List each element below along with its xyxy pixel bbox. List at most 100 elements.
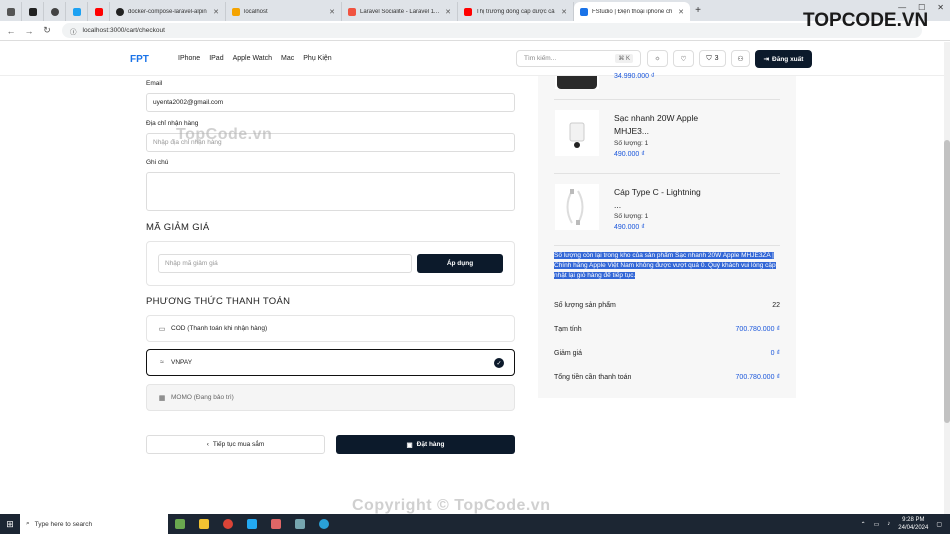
- summary-label: Tạm tính: [554, 326, 582, 333]
- summary-value: 0 ₫: [770, 350, 780, 357]
- network-icon[interactable]: ▭: [874, 521, 880, 528]
- reload-icon[interactable]: ↻: [40, 25, 54, 36]
- continue-label: Tiếp tục mua sắm: [212, 441, 265, 448]
- cart-button[interactable]: ⛉ 3: [699, 50, 726, 67]
- laravel-icon: [348, 7, 356, 16]
- account-button[interactable]: ⚇: [731, 50, 750, 67]
- scrollbar-thumb[interactable]: [944, 140, 950, 423]
- taskbar-search-input[interactable]: ⌕ Type here to search: [20, 514, 168, 534]
- payment-option-momo[interactable]: ▦ MOMO (Đang bảo trì): [146, 384, 515, 411]
- sun-icon: ☼: [654, 55, 661, 62]
- divider: [554, 173, 780, 174]
- logo-text: FPT: [130, 53, 149, 65]
- payment-option-label: MOMO (Đang bảo trì): [171, 394, 234, 401]
- nav-item-accessories[interactable]: Phụ Kiện: [303, 55, 331, 62]
- chrome-icon[interactable]: [216, 514, 240, 534]
- divider: [554, 99, 780, 100]
- product-image-phone: [555, 76, 599, 89]
- browser-tab[interactable]: [0, 2, 22, 21]
- recorder-icon[interactable]: [264, 514, 288, 534]
- nav-item-mac[interactable]: Mac: [281, 55, 294, 62]
- site-header: FPT IPhone IPad Apple Watch Mac Phụ Kiện…: [0, 42, 945, 76]
- site-info-icon[interactable]: ⓘ: [70, 26, 77, 36]
- divider: [554, 245, 780, 246]
- volume-icon[interactable]: ♪: [887, 521, 890, 527]
- wishlist-button[interactable]: ♡: [673, 50, 694, 67]
- payment-option-vnpay[interactable]: ≈ VNPAY ✓: [146, 349, 515, 376]
- search-input[interactable]: Tìm kiếm... ⌘ K: [516, 50, 641, 67]
- close-icon[interactable]: ✕: [445, 8, 451, 16]
- continue-shopping-button[interactable]: ‹ Tiếp tục mua sắm: [146, 435, 325, 454]
- nav-item-apple-watch[interactable]: Apple Watch: [233, 55, 272, 62]
- chevron-up-icon[interactable]: ⌃: [861, 521, 866, 528]
- new-tab-button[interactable]: +: [690, 5, 706, 16]
- tab-title: localhost: [244, 8, 268, 15]
- clock-time: 9:28 PM: [902, 517, 925, 523]
- close-icon[interactable]: ✕: [561, 8, 567, 16]
- browser-tab[interactable]: Laravel Socialite - Laravel 11.x ✕: [342, 2, 458, 21]
- browser-tab[interactable]: [22, 2, 44, 21]
- task-view-icon[interactable]: [168, 514, 192, 534]
- tab-favicon-icon: [28, 7, 37, 16]
- close-icon[interactable]: ✕: [329, 8, 335, 16]
- file-explorer-icon[interactable]: [192, 514, 216, 534]
- note-textarea[interactable]: [146, 172, 515, 211]
- browser-tab[interactable]: [88, 2, 110, 21]
- product-name[interactable]: Cáp Type C - Lightning ...: [614, 186, 704, 212]
- app-icon[interactable]: [288, 514, 312, 534]
- close-icon[interactable]: ✕: [213, 8, 219, 16]
- vscode-icon[interactable]: [240, 514, 264, 534]
- coupon-placeholder: Nhập mã giảm giá: [165, 260, 218, 267]
- watermark-text: TopCode.vn: [176, 126, 273, 143]
- summary-row-discount: Giảm giá 0 ₫: [554, 350, 780, 357]
- browser-tab[interactable]: [66, 2, 88, 21]
- summary-value: 22: [772, 302, 780, 309]
- browser-tab[interactable]: docker-compose-laravel-alpin ✕: [110, 2, 226, 21]
- system-clock[interactable]: 9:28 PM 24/04/2024: [898, 516, 928, 532]
- product-image-charger: [555, 110, 599, 156]
- nav-item-iphone[interactable]: IPhone: [178, 55, 200, 62]
- apply-coupon-button[interactable]: Áp dụng: [417, 254, 503, 273]
- close-icon[interactable]: ✕: [678, 8, 684, 16]
- windows-taskbar: ⊞ ⌕ Type here to search ⌃ ▭ ♪ 9:28 PM 24…: [0, 514, 950, 534]
- place-order-button[interactable]: ▣ Đặt hàng: [336, 435, 515, 454]
- coupon-input[interactable]: Nhập mã giảm giá: [158, 254, 412, 273]
- url-text: localhost:3000/cart/checkout: [82, 27, 165, 34]
- search-shortcut: ⌘ K: [615, 54, 633, 63]
- charger-icon: [569, 122, 585, 148]
- email-field[interactable]: uyenta2002@gmail.com: [146, 93, 515, 112]
- stock-warning-notice: Số lượng còn lại trong kho của sản phẩm …: [554, 251, 780, 281]
- qr-icon: ▦: [158, 394, 166, 402]
- summary-value: 700.780.000 ₫: [735, 326, 780, 333]
- site-logo[interactable]: FPT: [130, 52, 156, 66]
- tab-favicon-icon: [580, 7, 588, 16]
- product-price: 34.990.000 ₫: [614, 73, 655, 80]
- coupon-section-title: MÃ GIẢM GIÁ: [146, 222, 210, 233]
- heart-icon: ♡: [680, 55, 687, 63]
- edge-icon[interactable]: [312, 514, 336, 534]
- browser-tab-active[interactable]: FStudio | Điện thoại iphone ch ✕: [574, 2, 690, 21]
- logout-button[interactable]: ⇥ Đăng xuất: [755, 50, 812, 68]
- product-name[interactable]: Sạc nhanh 20W Apple MHJE3...: [614, 112, 704, 138]
- back-icon[interactable]: ←: [4, 26, 18, 36]
- email-value: uyenta2002@gmail.com: [153, 99, 224, 106]
- browser-tab[interactable]: localhost ✕: [226, 2, 342, 21]
- product-qty: Số lượng: 1: [614, 140, 649, 147]
- cable-icon: [566, 189, 584, 225]
- forward-icon[interactable]: →: [22, 26, 36, 36]
- tab-title: docker-compose-laravel-alpin: [128, 8, 207, 15]
- clock-date: 24/04/2024: [898, 525, 929, 531]
- close-window-icon[interactable]: ✕: [937, 3, 944, 12]
- nav-item-ipad[interactable]: IPad: [209, 55, 223, 62]
- browser-tab[interactable]: [44, 2, 66, 21]
- tab-favicon-icon: [50, 7, 59, 16]
- browser-tab[interactable]: Thị trường đồng cấp được cả ✕: [458, 2, 574, 21]
- theme-toggle-button[interactable]: ☼: [647, 50, 668, 67]
- payment-option-cod[interactable]: ▭ COD (Thanh toán khi nhận hàng): [146, 315, 515, 342]
- notification-icon[interactable]: ▢: [936, 521, 942, 528]
- email-label: Email: [146, 80, 163, 87]
- url-field[interactable]: ⓘ localhost:3000/cart/checkout: [62, 23, 922, 38]
- order-label: Đặt hàng: [416, 441, 445, 448]
- windows-start-icon[interactable]: ⊞: [0, 519, 20, 530]
- bag-icon: ▣: [406, 441, 413, 449]
